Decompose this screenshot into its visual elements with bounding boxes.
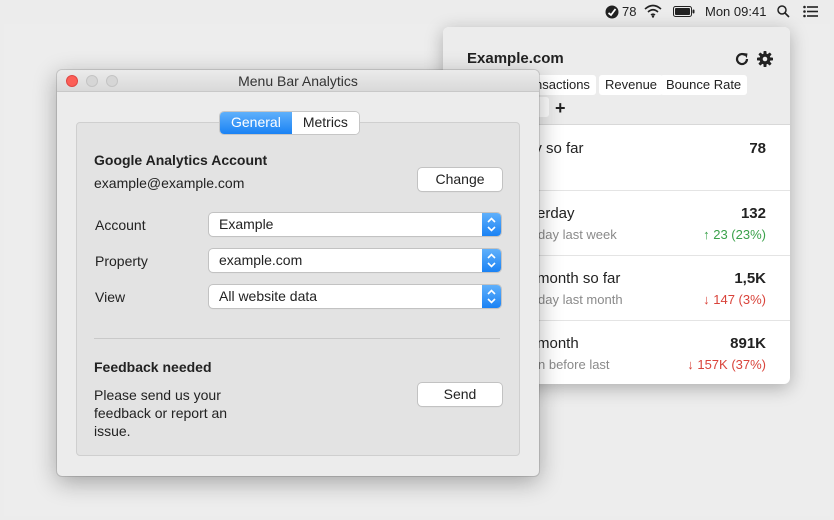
stat-change: ↑ 23 (23%) bbox=[703, 227, 766, 242]
battery-icon[interactable] bbox=[673, 6, 695, 17]
stat-change: ↓ 157K (37%) bbox=[687, 357, 766, 372]
segmented-control: General Metrics bbox=[220, 112, 359, 134]
wifi-icon[interactable] bbox=[644, 4, 662, 18]
stat-value: 132 bbox=[740, 205, 766, 222]
account-section-title: Google Analytics Account bbox=[94, 152, 268, 168]
clock[interactable]: Mon 09:41 bbox=[705, 4, 766, 19]
stat-value: 1,5K bbox=[734, 270, 766, 287]
stat-change: ↓ 147 (3%) bbox=[703, 292, 766, 307]
property-label: Property bbox=[95, 253, 148, 269]
tab-general[interactable]: General bbox=[220, 112, 292, 134]
window-title: Menu Bar Analytics bbox=[238, 73, 358, 89]
view-select-value: All website data bbox=[219, 288, 318, 304]
stat-subtitle: n before last bbox=[538, 357, 610, 372]
weather-value: 78 bbox=[622, 4, 637, 19]
account-email: example@example.com bbox=[94, 175, 245, 191]
spotlight-search-icon[interactable] bbox=[777, 5, 790, 18]
section-divider bbox=[94, 338, 500, 339]
account-label: Account bbox=[95, 217, 146, 233]
change-button[interactable]: Change bbox=[418, 168, 502, 191]
feedback-text-line-2: feedback or report an bbox=[94, 405, 228, 421]
title-bar[interactable]: Menu Bar Analytics bbox=[57, 70, 539, 92]
analytics-status-icon bbox=[605, 5, 619, 18]
tab-bounce-rate[interactable]: Bounce Rate bbox=[660, 75, 748, 95]
updown-arrows-icon bbox=[482, 213, 501, 236]
stat-subtitle: day last week bbox=[538, 227, 617, 242]
stat-label: month bbox=[537, 335, 579, 352]
site-title: Example.com bbox=[467, 50, 564, 67]
analytics-status-item[interactable]: 78 bbox=[605, 4, 636, 19]
stat-value: 78 bbox=[749, 140, 766, 157]
feedback-text-line-1: Please send us your bbox=[94, 387, 221, 403]
feedback-section-title: Feedback needed bbox=[94, 359, 212, 375]
view-label: View bbox=[95, 289, 126, 305]
view-select[interactable]: All website data bbox=[209, 285, 501, 308]
account-select[interactable]: Example bbox=[209, 213, 501, 236]
menu-bar: 78 Mon 09:41 bbox=[0, 0, 834, 24]
property-select-value: example.com bbox=[219, 252, 303, 268]
tab-metrics[interactable]: Metrics bbox=[291, 112, 359, 134]
stat-label: month so far bbox=[537, 270, 621, 287]
notification-list-icon[interactable] bbox=[803, 5, 819, 18]
add-tab-button[interactable]: + bbox=[555, 98, 566, 119]
stat-subtitle: day last month bbox=[538, 292, 623, 307]
updown-arrows-icon bbox=[482, 249, 501, 272]
tab-revenue[interactable]: Revenue bbox=[599, 75, 664, 95]
settings-window: Menu Bar Analytics General Metrics Googl… bbox=[57, 70, 539, 476]
feedback-text-line-3: issue. bbox=[94, 423, 131, 439]
refresh-icon[interactable] bbox=[734, 51, 750, 67]
updown-arrows-icon bbox=[482, 285, 501, 308]
stat-label: erday bbox=[537, 205, 575, 222]
property-select[interactable]: example.com bbox=[209, 249, 501, 272]
account-select-value: Example bbox=[219, 216, 274, 232]
tab-transactions[interactable]: nsactions bbox=[533, 75, 596, 95]
send-button[interactable]: Send bbox=[418, 383, 502, 406]
gear-icon[interactable] bbox=[757, 51, 773, 67]
stat-value: 891K bbox=[730, 335, 766, 352]
